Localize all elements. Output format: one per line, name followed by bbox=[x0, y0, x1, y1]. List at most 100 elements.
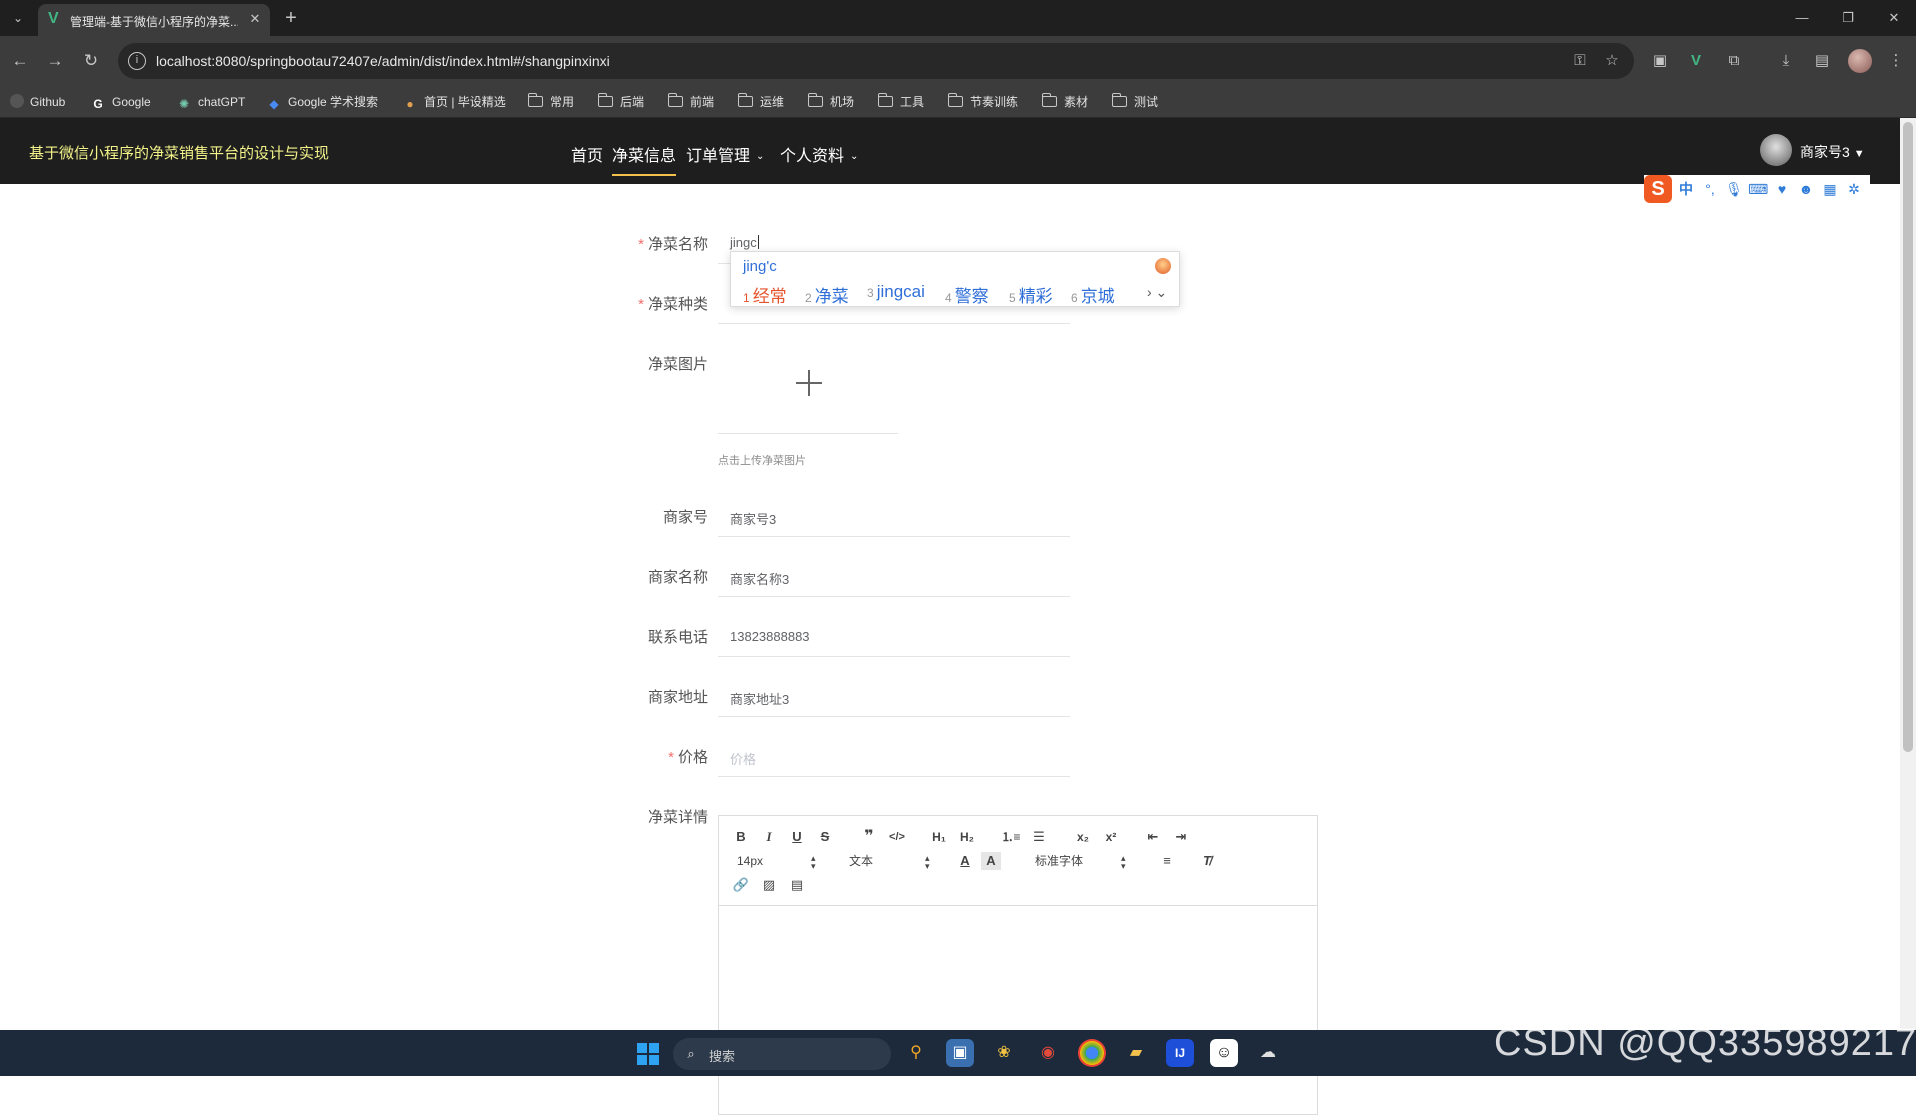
scrollbar-thumb[interactable] bbox=[1903, 122, 1913, 752]
ime-skin-icon[interactable] bbox=[1155, 258, 1171, 274]
bookmark-folder-changyong[interactable]: 常用 bbox=[527, 92, 574, 112]
bookmark-folder-assets[interactable]: 素材 bbox=[1041, 92, 1088, 112]
bookmark-folder-airport[interactable]: 机场 bbox=[807, 92, 854, 112]
paw-app-icon[interactable]: ❀ bbox=[990, 1039, 1018, 1067]
italic-icon[interactable]: I bbox=[759, 828, 779, 846]
bullet-list-icon[interactable]: ☰ bbox=[1029, 828, 1049, 846]
tab-close-icon[interactable]: ✕ bbox=[246, 10, 264, 28]
password-key-icon[interactable]: ⚿ bbox=[1570, 51, 1590, 71]
chrome-app-icon[interactable] bbox=[1078, 1039, 1106, 1067]
nav-product-info[interactable]: 净菜信息 bbox=[612, 142, 677, 176]
address-field[interactable]: 商家地址3 bbox=[718, 677, 1070, 717]
new-tab-button[interactable]: + bbox=[280, 7, 302, 29]
ime-candidate[interactable]: 6 京城 bbox=[1071, 282, 1115, 307]
site-info-icon[interactable]: i bbox=[128, 52, 146, 70]
restore-icon[interactable]: ❐ bbox=[1838, 8, 1858, 28]
product-name-input[interactable]: jingc bbox=[730, 235, 759, 250]
reload-icon[interactable]: ↻ bbox=[79, 49, 103, 73]
heading2-icon[interactable]: H₂ bbox=[957, 828, 977, 846]
wechat-app-icon[interactable]: ☁ bbox=[1254, 1039, 1282, 1067]
forward-icon[interactable]: → bbox=[43, 49, 67, 73]
merchant-name-input[interactable]: 商家名称3 bbox=[730, 569, 789, 588]
clear-format-icon[interactable]: T̸ bbox=[1197, 852, 1217, 870]
taskbar-search[interactable]: ⌕ 搜索 bbox=[673, 1038, 891, 1070]
merchant-no-field[interactable]: 商家号3 bbox=[718, 497, 1070, 537]
strike-icon[interactable]: S bbox=[815, 828, 835, 846]
search-app-icon[interactable]: ⚲ bbox=[902, 1039, 930, 1067]
nav-home[interactable]: 首页 bbox=[571, 142, 603, 166]
bookmark-scholar[interactable]: ◆ Google 学术搜索 bbox=[266, 92, 378, 112]
emoji-icon[interactable]: ☻ bbox=[1796, 179, 1816, 199]
file-explorer-icon[interactable]: ▰ bbox=[1122, 1039, 1150, 1067]
indent-icon[interactable]: ⇥ bbox=[1171, 828, 1191, 846]
image-icon[interactable]: ▨ bbox=[759, 876, 779, 894]
image-upload[interactable] bbox=[718, 344, 898, 434]
outdent-icon[interactable]: ⇤ bbox=[1143, 828, 1163, 846]
bookmark-biye[interactable]: ● 首页 | 毕设精选 bbox=[402, 92, 505, 112]
settings-icon[interactable]: ✲ bbox=[1844, 179, 1864, 199]
blockquote-icon[interactable]: ❞ bbox=[859, 828, 879, 846]
download-icon[interactable]: ⤓ bbox=[1774, 49, 1798, 73]
punctuation-icon[interactable]: °, bbox=[1700, 179, 1720, 199]
bookmark-google[interactable]: G Google bbox=[90, 92, 150, 112]
vue-devtools-icon[interactable]: V bbox=[1684, 49, 1708, 73]
microphone-icon[interactable]: 🎙 bbox=[1724, 179, 1744, 199]
price-field[interactable]: 价格 bbox=[718, 737, 1070, 777]
browser-tab-active[interactable]: V 管理端-基于微信小程序的净菜... ✕ bbox=[38, 4, 270, 36]
bookmark-star-icon[interactable]: ☆ bbox=[1602, 51, 1622, 71]
user-avatar[interactable] bbox=[1760, 134, 1792, 166]
ime-candidate[interactable]: 2 净菜 bbox=[805, 282, 849, 307]
bookmark-folder-tools[interactable]: 工具 bbox=[877, 92, 924, 112]
bookmark-github[interactable]: Github bbox=[10, 92, 65, 112]
price-input[interactable]: 价格 bbox=[730, 749, 756, 768]
address-bar[interactable]: i localhost:8080/springbootau72407e/admi… bbox=[118, 43, 1634, 79]
heading1-icon[interactable]: H₁ bbox=[929, 828, 949, 846]
snail-app-icon[interactable]: ◉ bbox=[1034, 1039, 1062, 1067]
nav-order-management[interactable]: 订单管理 ⌄ bbox=[686, 142, 764, 166]
ime-candidate[interactable]: 1 经常 bbox=[743, 282, 787, 307]
bookmark-folder-test[interactable]: 测试 bbox=[1111, 92, 1158, 112]
back-icon[interactable]: ← bbox=[8, 49, 32, 73]
text-color-icon[interactable]: A bbox=[955, 852, 975, 870]
link-icon[interactable]: 🔗 bbox=[731, 876, 751, 894]
ime-candidate[interactable]: 4 警察 bbox=[945, 282, 989, 307]
background-color-icon[interactable]: A bbox=[981, 852, 1001, 870]
phone-input[interactable]: 13823888883 bbox=[730, 629, 810, 644]
merchant-no-input[interactable]: 商家号3 bbox=[730, 509, 776, 528]
font-size-select[interactable]: 14px bbox=[737, 852, 763, 870]
extensions-puzzle-icon[interactable]: ⧉ bbox=[1722, 49, 1746, 73]
extension-icon[interactable]: ▣ bbox=[1648, 49, 1672, 73]
ime-candidate[interactable]: 3 jingcai bbox=[867, 282, 925, 302]
ide-app-icon[interactable]: IJ bbox=[1166, 1039, 1194, 1067]
nav-profile[interactable]: 个人资料 ⌄ bbox=[780, 142, 858, 166]
desktop-app-icon[interactable]: ▣ bbox=[946, 1039, 974, 1067]
windows-start-icon[interactable] bbox=[637, 1043, 659, 1065]
bookmark-folder-frontend[interactable]: 前端 bbox=[667, 92, 714, 112]
bold-icon[interactable]: B bbox=[731, 828, 751, 846]
superscript-icon[interactable]: x² bbox=[1101, 828, 1121, 846]
user-menu[interactable]: 商家号3 ▼ bbox=[1800, 142, 1865, 162]
skin-icon[interactable]: ♥ bbox=[1772, 179, 1792, 199]
minimize-icon[interactable]: — bbox=[1792, 8, 1812, 28]
sogou-logo-icon[interactable]: S bbox=[1644, 175, 1672, 203]
menu-kebab-icon[interactable]: ⋮ bbox=[1884, 49, 1908, 73]
header-select[interactable]: 文本 bbox=[849, 852, 873, 870]
ordered-list-icon[interactable]: ⒈≡ bbox=[1001, 828, 1021, 846]
profile-avatar[interactable] bbox=[1848, 49, 1872, 73]
bookmark-chatgpt[interactable]: ✺ chatGPT bbox=[176, 92, 245, 112]
bookmark-folder-backend[interactable]: 后端 bbox=[597, 92, 644, 112]
merchant-name-field[interactable]: 商家名称3 bbox=[718, 557, 1070, 597]
ime-mode-toggle[interactable]: 中 bbox=[1676, 179, 1696, 199]
tab-search-icon[interactable]: ⌄ bbox=[8, 8, 28, 28]
bookmark-folder-rhythm[interactable]: 节奏训练 bbox=[947, 92, 1018, 112]
phone-field[interactable]: 13823888883 bbox=[718, 617, 1070, 657]
close-window-icon[interactable]: ✕ bbox=[1884, 8, 1904, 28]
keyboard-icon[interactable]: ⌨ bbox=[1748, 179, 1768, 199]
video-icon[interactable]: ▤ bbox=[787, 876, 807, 894]
underline-icon[interactable]: U bbox=[787, 828, 807, 846]
code-block-icon[interactable]: </> bbox=[887, 828, 907, 846]
ime-next-page-icon[interactable]: › ⌄ bbox=[1147, 284, 1167, 301]
align-icon[interactable]: ≡ bbox=[1157, 852, 1177, 870]
qq-app-icon[interactable]: ☺ bbox=[1210, 1039, 1238, 1067]
bookmark-folder-ops[interactable]: 运维 bbox=[737, 92, 784, 112]
